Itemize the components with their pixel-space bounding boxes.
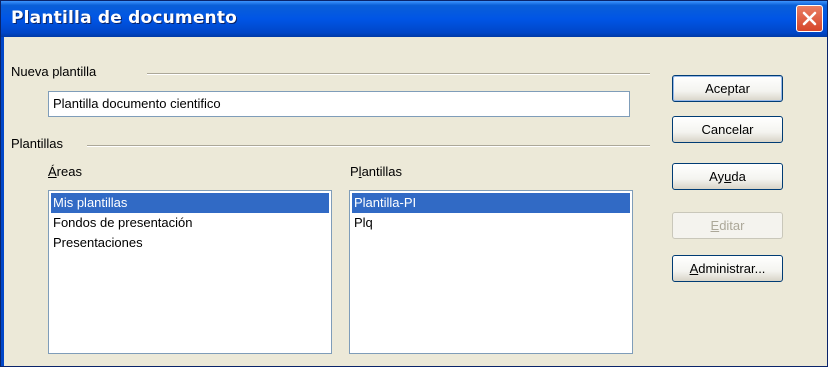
manage-button[interactable]: Administrar...: [672, 255, 783, 282]
list-item[interactable]: Mis plantillas: [51, 193, 329, 213]
window-left-border: [1, 37, 4, 366]
templates-group-label: Plantillas: [11, 136, 64, 151]
close-button[interactable]: [796, 5, 823, 32]
templates-separator: [87, 145, 650, 147]
new-template-separator: [147, 73, 650, 75]
dialog-body: Nueva plantilla Plantilla documento cien…: [1, 37, 827, 366]
list-item[interactable]: Plq: [352, 213, 630, 233]
dialog-title: Plantilla de documento: [11, 8, 238, 28]
templates-listbox[interactable]: Plantilla-PI Plq: [349, 190, 633, 354]
edit-button[interactable]: Editar: [672, 212, 783, 239]
list-item[interactable]: Presentaciones: [51, 233, 329, 253]
close-icon: [802, 11, 817, 26]
accept-button[interactable]: Aceptar: [672, 75, 783, 102]
help-button[interactable]: Ay u da: [672, 163, 783, 190]
template-name-input[interactable]: Plantilla documento cientifico: [48, 91, 630, 117]
templates-list-label: Plantillas: [350, 164, 403, 179]
new-template-group-label: Nueva plantilla: [11, 64, 97, 79]
title-bar[interactable]: Plantilla de documento: [1, 1, 827, 37]
list-item[interactable]: Fondos de presentación: [51, 213, 329, 233]
areas-label: Áreas: [48, 164, 82, 179]
template-dialog: Plantilla de documento Nueva plantilla P…: [0, 0, 828, 367]
areas-listbox[interactable]: Mis plantillas Fondos de presentación Pr…: [48, 190, 332, 354]
list-item[interactable]: Plantilla-PI: [352, 193, 630, 213]
cancel-button[interactable]: Cancelar: [672, 116, 783, 143]
